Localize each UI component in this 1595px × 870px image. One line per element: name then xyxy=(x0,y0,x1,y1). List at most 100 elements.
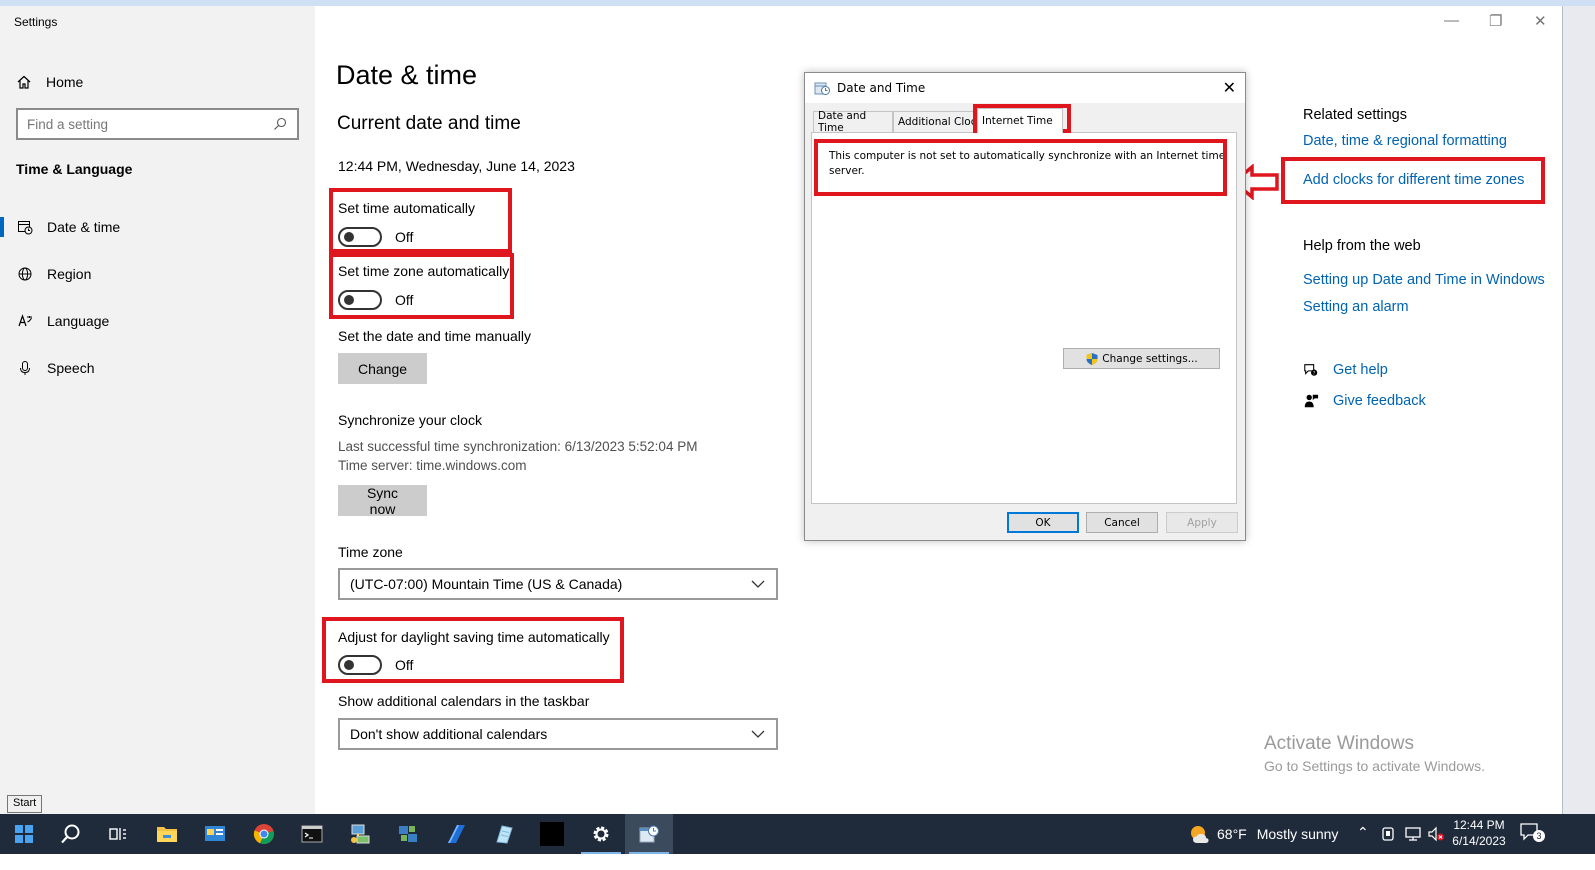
calendars-label: Show additional calendars in the taskbar xyxy=(338,693,590,709)
time-server-text: Time server: time.windows.com xyxy=(338,458,527,473)
server-tools-icon xyxy=(399,826,417,842)
app-notepad-icon xyxy=(496,825,513,844)
activate-windows-subtitle: Go to Settings to activate Windows. xyxy=(1264,758,1485,774)
app-blue-button[interactable] xyxy=(432,814,480,854)
task-view-button[interactable] xyxy=(94,814,142,854)
network-admin-button[interactable] xyxy=(336,814,384,854)
ok-button[interactable]: OK xyxy=(1007,512,1079,533)
tab-internet-time[interactable]: Internet Time xyxy=(977,108,1063,133)
annotation-box-set-time xyxy=(329,188,512,253)
tab-date-and-time[interactable]: Date and Time xyxy=(813,110,893,134)
cancel-button[interactable]: Cancel xyxy=(1086,512,1158,533)
taskbar-clock[interactable]: 12:44 PM 6/14/2023 xyxy=(1449,817,1509,849)
sidebar-item-label: Region xyxy=(47,266,92,282)
app-notepad-button[interactable] xyxy=(480,814,528,854)
chrome-button[interactable] xyxy=(240,814,288,854)
server-tools-button[interactable] xyxy=(384,814,432,854)
apply-button[interactable]: Apply xyxy=(1166,512,1238,533)
calendars-select[interactable]: Don't show additional calendars xyxy=(338,718,778,750)
clock-date: 6/14/2023 xyxy=(1452,834,1506,848)
get-help-label: Get help xyxy=(1333,362,1388,378)
search-icon[interactable] xyxy=(272,116,288,132)
microphone-icon xyxy=(17,360,33,376)
sidebar-item-date-time[interactable]: Date & time xyxy=(0,210,315,244)
app-black-button[interactable] xyxy=(528,814,576,854)
settings-gear-icon xyxy=(593,826,609,842)
timezone-select[interactable]: (UTC-07:00) Mountain Time (US & Canada) xyxy=(338,568,778,600)
settings-taskbar-button[interactable] xyxy=(577,814,625,854)
sidebar-item-language[interactable]: Language xyxy=(0,304,315,338)
sync-now-button[interactable]: Sync now xyxy=(338,485,427,517)
activate-windows-title: Activate Windows xyxy=(1264,733,1414,754)
dialog-titlebar[interactable]: Date and Time xyxy=(805,73,1245,103)
window-right-edge xyxy=(1562,6,1595,814)
weather-condition: Mostly sunny xyxy=(1256,826,1339,842)
section-title: Current date and time xyxy=(337,113,521,134)
dialog-close-button[interactable]: ✕ xyxy=(1223,78,1236,97)
volume-muted-icon[interactable] xyxy=(1427,826,1445,842)
tray-overflow-chevron-icon[interactable]: ⌃ xyxy=(1357,824,1369,841)
nav-home[interactable]: Home xyxy=(16,70,83,94)
help-web-heading: Help from the web xyxy=(1303,238,1421,254)
link-setting-up-date-time[interactable]: Setting up Date and Time in Windows xyxy=(1303,272,1545,288)
sidebar-item-label: Language xyxy=(47,313,110,329)
manual-datetime-label: Set the date and time manually xyxy=(338,328,532,344)
give-feedback-link[interactable]: Give feedback xyxy=(1303,393,1426,409)
feedback-icon xyxy=(1303,393,1319,409)
sync-heading: Synchronize your clock xyxy=(338,412,482,428)
terminal-icon xyxy=(301,825,323,843)
weather-widget[interactable]: 68°F Mostly sunny xyxy=(1189,824,1338,844)
sidebar-item-region[interactable]: Region xyxy=(0,257,315,291)
tab-additional-clocks[interactable]: Additional Clocks xyxy=(893,111,975,132)
notification-count-badge: 3 xyxy=(1533,830,1545,842)
control-panel-button[interactable] xyxy=(191,814,239,854)
annotation-box-add-clocks xyxy=(1281,157,1545,204)
weather-sunny-icon xyxy=(1191,826,1209,843)
taskbar-search-button[interactable] xyxy=(47,814,95,854)
current-datetime: 12:44 PM, Wednesday, June 14, 2023 xyxy=(338,158,575,174)
start-button[interactable] xyxy=(0,814,48,854)
search-placeholder: Find a setting xyxy=(27,116,109,132)
nav-home-label: Home xyxy=(46,74,84,90)
timezone-value: (UTC-07:00) Mountain Time (US & Canada) xyxy=(350,576,623,592)
app-black-icon xyxy=(540,822,564,846)
chevron-down-icon xyxy=(750,576,766,592)
search-icon xyxy=(61,824,80,844)
restore-button[interactable]: ❐ xyxy=(1489,12,1502,30)
tray-device-icon[interactable] xyxy=(1380,826,1396,842)
change-button[interactable]: Change xyxy=(338,353,427,384)
annotation-box-set-timezone xyxy=(329,253,514,319)
clock-time: 12:44 PM xyxy=(1453,818,1505,832)
start-icon xyxy=(15,825,33,843)
change-settings-label: Change settings... xyxy=(1102,352,1198,365)
file-explorer-button[interactable] xyxy=(143,814,191,854)
date-time-taskbar-button[interactable] xyxy=(625,814,673,854)
app-blue-icon xyxy=(448,825,465,843)
globe-icon xyxy=(17,266,33,282)
notifications-button[interactable]: 3 xyxy=(1520,823,1545,845)
terminal-button[interactable] xyxy=(288,814,336,854)
calendars-value: Don't show additional calendars xyxy=(350,726,548,742)
link-regional-formatting[interactable]: Date, time & regional formatting xyxy=(1303,133,1507,149)
sidebar-item-label: Date & time xyxy=(47,219,121,235)
get-help-icon: ? xyxy=(1303,362,1319,378)
link-setting-alarm[interactable]: Setting an alarm xyxy=(1303,299,1409,315)
sidebar-item-label: Speech xyxy=(47,360,95,376)
chrome-icon xyxy=(253,824,274,845)
timezone-label: Time zone xyxy=(338,544,403,560)
nav-section-title: Time & Language xyxy=(16,161,133,177)
weather-temp: 68°F xyxy=(1217,826,1247,842)
minimize-button[interactable]: — xyxy=(1444,12,1459,29)
close-button[interactable]: ✕ xyxy=(1534,12,1547,30)
network-icon[interactable] xyxy=(1404,826,1422,842)
start-tooltip: Start xyxy=(7,795,43,813)
change-settings-button[interactable]: Change settings... xyxy=(1063,348,1220,369)
date-time-app-icon xyxy=(639,825,659,843)
control-panel-icon xyxy=(205,826,225,841)
task-view-icon xyxy=(109,828,126,840)
chevron-down-icon xyxy=(750,726,766,742)
sidebar-item-speech[interactable]: Speech xyxy=(0,351,315,385)
search-input[interactable]: Find a setting xyxy=(16,108,299,140)
screen-bottom-margin xyxy=(0,854,1595,870)
get-help-link[interactable]: ? Get help xyxy=(1303,362,1388,378)
